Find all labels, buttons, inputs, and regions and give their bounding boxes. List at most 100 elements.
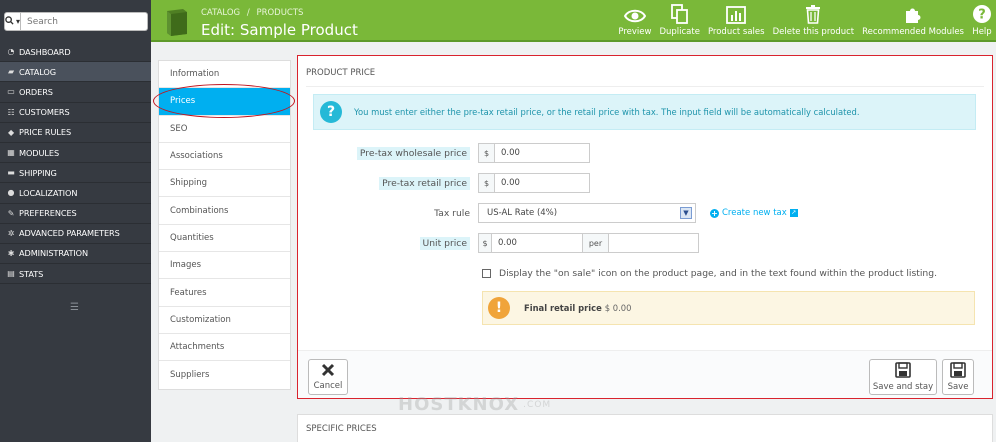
help-icon: ?	[973, 5, 991, 23]
delete-product-label: Delete this product	[772, 27, 855, 37]
sidebar: ▾ ◔DASHBOARD ▰CATALOG ▭ORDERS ☷CUSTOMERS…	[0, 0, 151, 442]
currency-addon: $	[478, 143, 495, 163]
retail-price-row: Pre-tax retail price $	[298, 173, 590, 193]
nav-item-preferences[interactable]: ✎ PREFERENCES	[0, 204, 151, 224]
credit-card-icon: ▭	[7, 87, 15, 97]
tax-rule-row: Tax rule US-AL Rate (4%) ▼ + Create new …	[298, 203, 798, 223]
tab-combinations[interactable]: Combinations	[159, 197, 290, 225]
watermark: HOSTKNOX .COM	[398, 394, 551, 415]
bar-chart-icon: ▤	[7, 269, 15, 279]
breadcrumb-catalog[interactable]: CATALOG	[201, 8, 240, 18]
nav-item-dashboard[interactable]: ◔ DASHBOARD	[0, 42, 151, 63]
floppy-disk-icon	[950, 362, 966, 378]
copy-icon	[670, 4, 688, 24]
duplicate-button[interactable]: Duplicate	[655, 0, 704, 42]
trash-icon	[806, 5, 821, 24]
final-price-value: $ 0.00	[604, 303, 632, 313]
breadcrumb-separator: /	[246, 8, 250, 18]
create-new-tax-link[interactable]: + Create new tax ↗	[710, 208, 798, 218]
nav-item-customers[interactable]: ☷ CUSTOMERS	[0, 103, 151, 123]
panel-title: PRODUCT PRICE	[306, 68, 376, 78]
search-input[interactable]	[21, 12, 149, 31]
tab-features[interactable]: Features	[159, 279, 290, 307]
on-sale-checkbox[interactable]	[482, 269, 491, 278]
nav-item-catalog[interactable]: ▰ CATALOG	[0, 62, 151, 83]
wrench-icon: ✎	[7, 208, 15, 218]
recommended-modules-button[interactable]: Recommended Modules	[858, 0, 968, 42]
svg-text:?: ?	[978, 8, 986, 23]
gear-icon: ✱	[7, 248, 15, 258]
search-icon	[5, 16, 14, 27]
product-sales-button[interactable]: Product sales	[704, 0, 769, 42]
tab-prices[interactable]: Prices	[159, 88, 290, 116]
unit-price-input[interactable]	[492, 233, 583, 253]
tab-images[interactable]: Images	[159, 252, 290, 280]
create-new-tax-label: Create new tax	[722, 208, 787, 218]
tab-shipping[interactable]: Shipping	[159, 170, 290, 198]
tab-quantities[interactable]: Quantities	[159, 225, 290, 253]
puzzle-icon: ▦	[7, 148, 15, 158]
nav-item-advanced-parameters[interactable]: ✲ ADVANCED PARAMETERS	[0, 224, 151, 244]
nav-item-stats[interactable]: ▤ STATS	[0, 264, 151, 285]
on-sale-label: Display the "on sale" icon on the produc…	[499, 268, 937, 279]
close-icon	[321, 363, 335, 377]
tab-customization[interactable]: Customization	[159, 307, 290, 334]
collapse-menu-icon[interactable]: ☰	[70, 302, 79, 313]
cogs-icon: ✲	[7, 228, 15, 238]
help-label: Help	[972, 27, 992, 37]
retail-price-input[interactable]	[495, 173, 590, 193]
tax-rule-select[interactable]: US-AL Rate (4%) ▼	[478, 203, 696, 223]
eye-icon	[623, 9, 646, 23]
save-and-stay-button[interactable]: Save and stay	[869, 359, 937, 395]
delete-product-button[interactable]: Delete this product	[769, 0, 859, 42]
tab-associations[interactable]: Associations	[159, 143, 290, 171]
wholesale-price-row: Pre-tax wholesale price $	[298, 143, 590, 163]
dashboard-icon: ◔	[7, 47, 15, 57]
save-label: Save	[947, 382, 969, 392]
nav-item-price-rules[interactable]: ◆ PRICE RULES	[0, 123, 151, 143]
nav-item-orders[interactable]: ▭ ORDERS	[0, 82, 151, 103]
watermark-suffix: .COM	[523, 399, 552, 410]
nav-item-localization[interactable]: ● LOCALIZATION	[0, 183, 151, 204]
info-alert: ? You must enter either the pre-tax reta…	[313, 94, 976, 130]
currency-addon: $	[478, 233, 492, 253]
divider	[306, 86, 984, 87]
tab-information[interactable]: Information	[159, 61, 290, 89]
preview-button[interactable]: Preview	[614, 0, 655, 42]
currency-addon: $	[478, 173, 495, 193]
breadcrumb: CATALOG / PRODUCTS	[201, 8, 307, 18]
nav-item-shipping[interactable]: ▬ SHIPPING	[0, 163, 151, 184]
specific-prices-title: SPECIFIC PRICES	[306, 424, 377, 434]
help-button[interactable]: ? Help	[968, 0, 996, 42]
watermark-text: HOSTKNOX	[398, 394, 520, 415]
retail-price-label: Pre-tax retail price	[298, 176, 478, 190]
nav-item-administration[interactable]: ✱ ADMINISTRATION	[0, 244, 151, 265]
question-icon: ?	[320, 101, 342, 123]
puzzle-icon	[906, 8, 921, 23]
chevron-down-icon: ▼	[680, 207, 692, 219]
unit-price-row: Unit price $ per	[298, 233, 699, 253]
save-button[interactable]: Save	[942, 359, 974, 395]
caret-down-icon: ▾	[16, 17, 21, 26]
tab-suppliers[interactable]: Suppliers	[159, 361, 290, 388]
tax-rule-value: US-AL Rate (4%)	[487, 208, 558, 218]
search-bar: ▾	[4, 12, 149, 31]
search-type-button[interactable]: ▾	[4, 12, 22, 31]
on-sale-row: Display the "on sale" icon on the produc…	[482, 268, 937, 279]
cancel-button[interactable]: Cancel	[308, 359, 348, 395]
main-nav: ◔ DASHBOARD ▰ CATALOG ▭ ORDERS ☷ CUSTOMERS ◆…	[0, 42, 151, 285]
tab-attachments[interactable]: Attachments	[159, 334, 290, 362]
book-icon	[161, 7, 193, 37]
unit-price-label: Unit price	[298, 236, 478, 250]
tab-seo[interactable]: SEO	[159, 116, 290, 143]
wholesale-price-input[interactable]	[495, 143, 590, 163]
cancel-label: Cancel	[313, 381, 343, 391]
nav-item-modules[interactable]: ▦ MODULES	[0, 143, 151, 164]
final-price-alert: ! Final retail price $ 0.00	[482, 291, 975, 325]
page-header: CATALOG / PRODUCTS Edit: Sample Product …	[151, 0, 996, 42]
tag-icon: ◆	[7, 127, 15, 137]
product-tabs: Information Prices SEO Associations Ship…	[158, 60, 291, 390]
per-addon: per	[583, 233, 609, 253]
breadcrumb-products[interactable]: PRODUCTS	[256, 8, 303, 18]
unit-per-input[interactable]	[609, 233, 699, 253]
